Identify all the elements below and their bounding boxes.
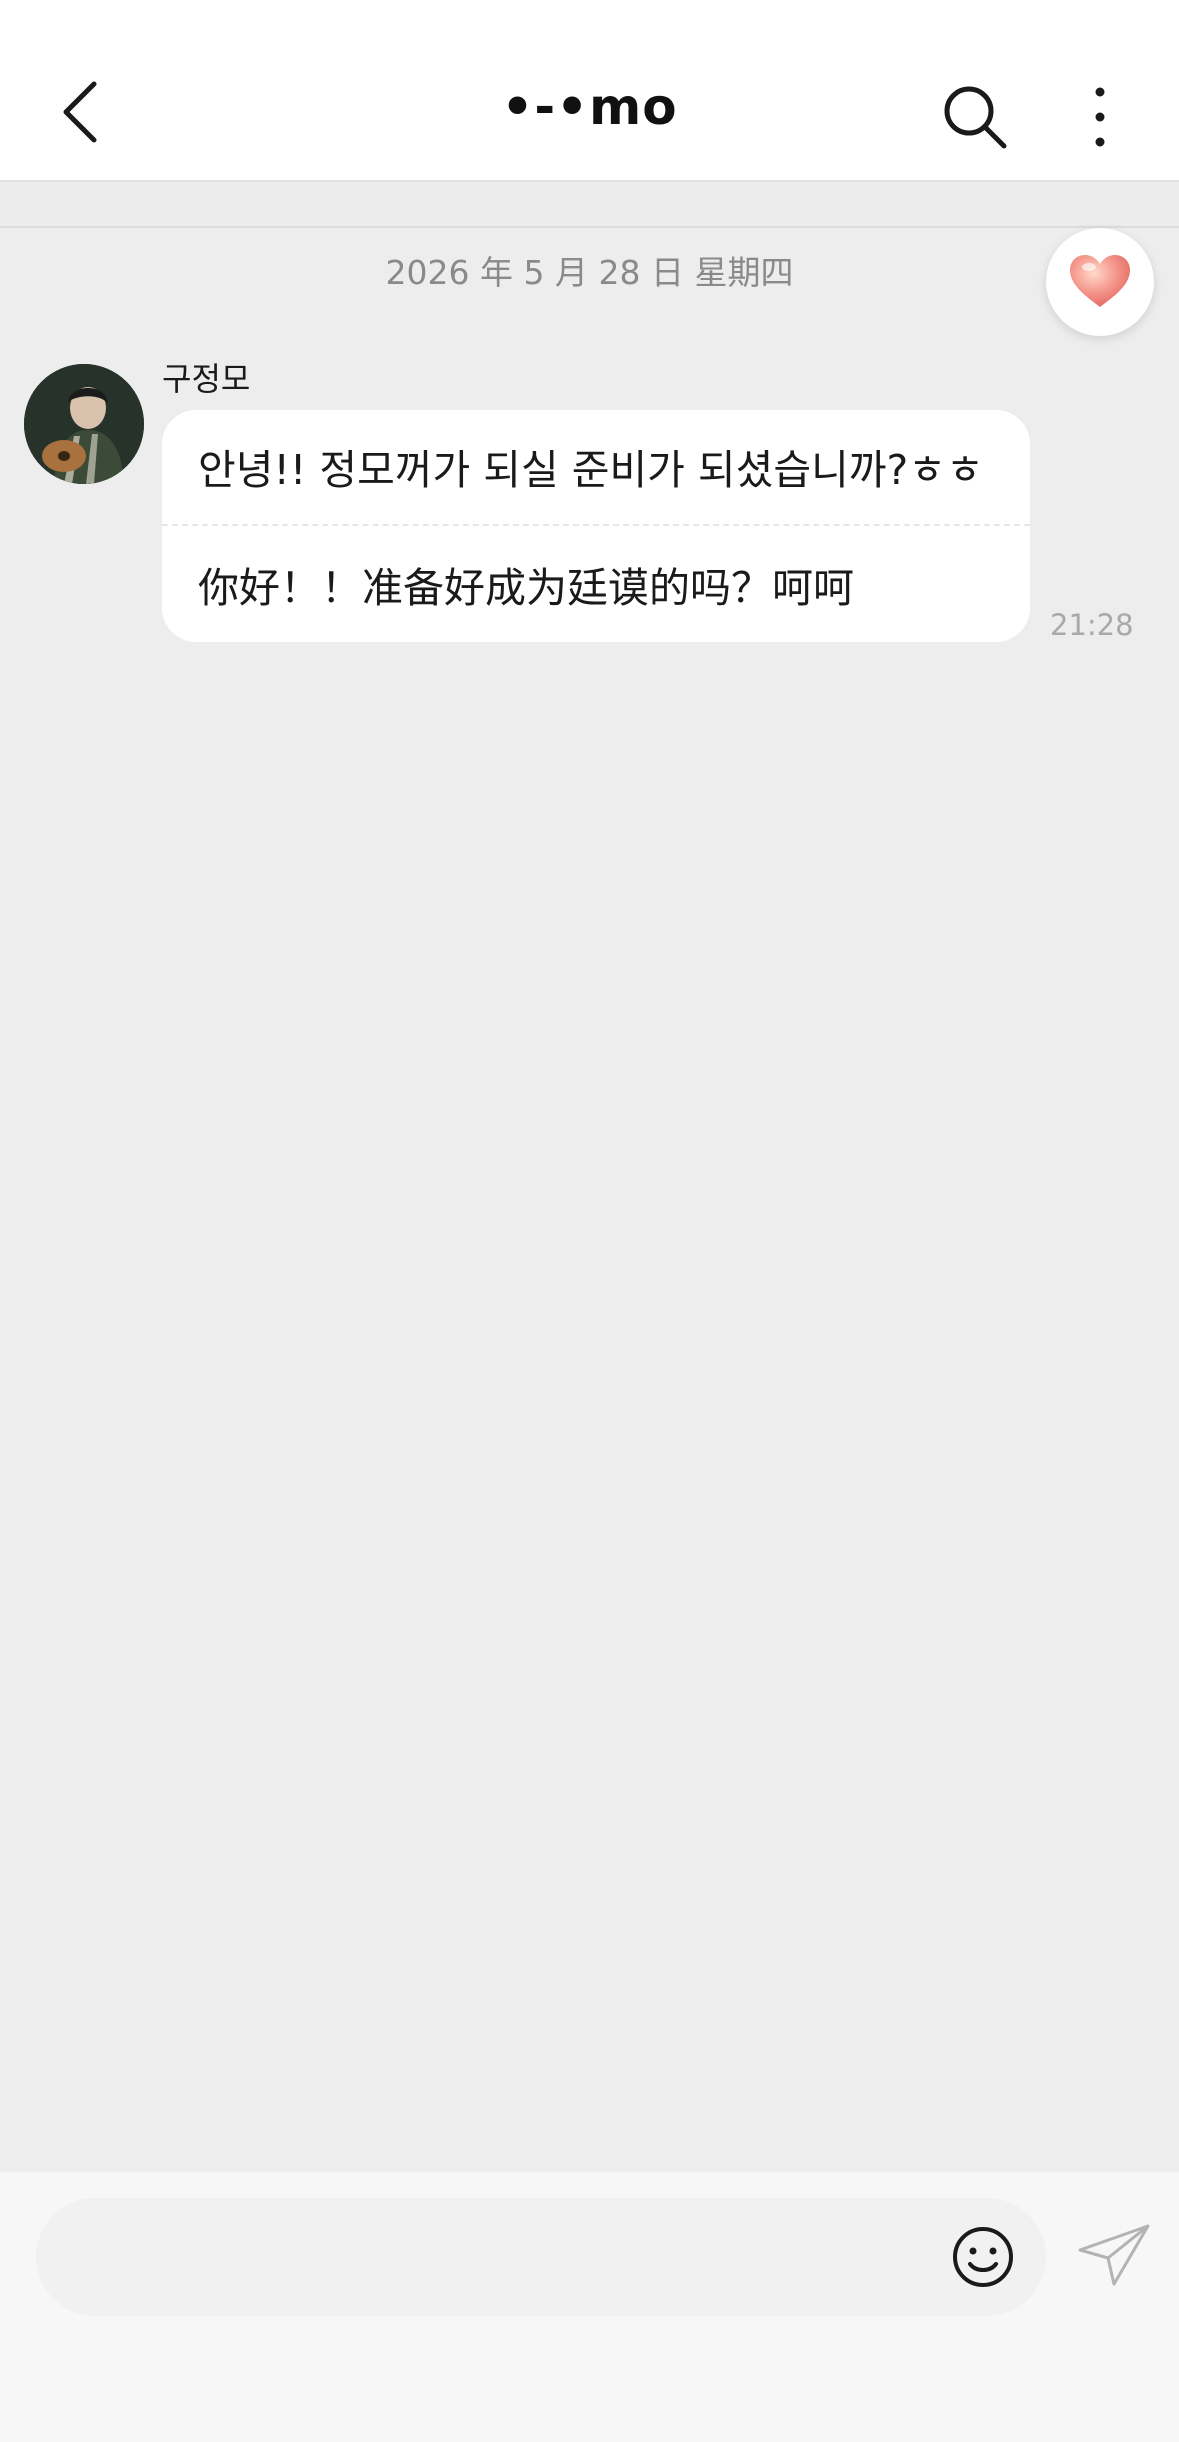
- heart-floating-button[interactable]: [1046, 228, 1154, 336]
- composer-bar: [0, 2172, 1179, 2442]
- message-input[interactable]: [36, 2198, 1046, 2316]
- sender-name: 구정모: [162, 360, 251, 398]
- send-button[interactable]: [1074, 2220, 1154, 2290]
- translation-divider: [162, 524, 1030, 526]
- more-options-button[interactable]: [1080, 82, 1120, 152]
- more-vertical-icon: [1095, 87, 1105, 147]
- avatar[interactable]: [24, 364, 144, 484]
- top-nav-bar: •-•mo: [0, 0, 1179, 182]
- emoji-icon: [953, 2227, 1013, 2287]
- message-original-text: 안녕!! 정모꺼가 되실 준비가 되셨습니까?ㅎㅎ: [198, 446, 984, 494]
- message-translation-text: 你好！！准备好成为廷谟的吗？呵呵: [198, 564, 854, 612]
- avatar-photo: [24, 364, 144, 484]
- search-button[interactable]: [940, 82, 1010, 152]
- heart-icon: [1070, 255, 1130, 307]
- send-paper-plane-icon: [1078, 2224, 1150, 2286]
- message-timestamp: 21:28: [1050, 608, 1134, 642]
- message-bubble[interactable]: 안녕!! 정모꺼가 되실 준비가 되셨습니까?ㅎㅎ 你好！！准备好成为廷谟的吗？…: [162, 410, 1030, 642]
- header-divider-bar: [0, 182, 1179, 228]
- emoji-button[interactable]: [948, 2222, 1018, 2292]
- search-icon: [944, 86, 1007, 149]
- date-separator: 2026 年 5 月 28 日 星期四: [385, 253, 794, 292]
